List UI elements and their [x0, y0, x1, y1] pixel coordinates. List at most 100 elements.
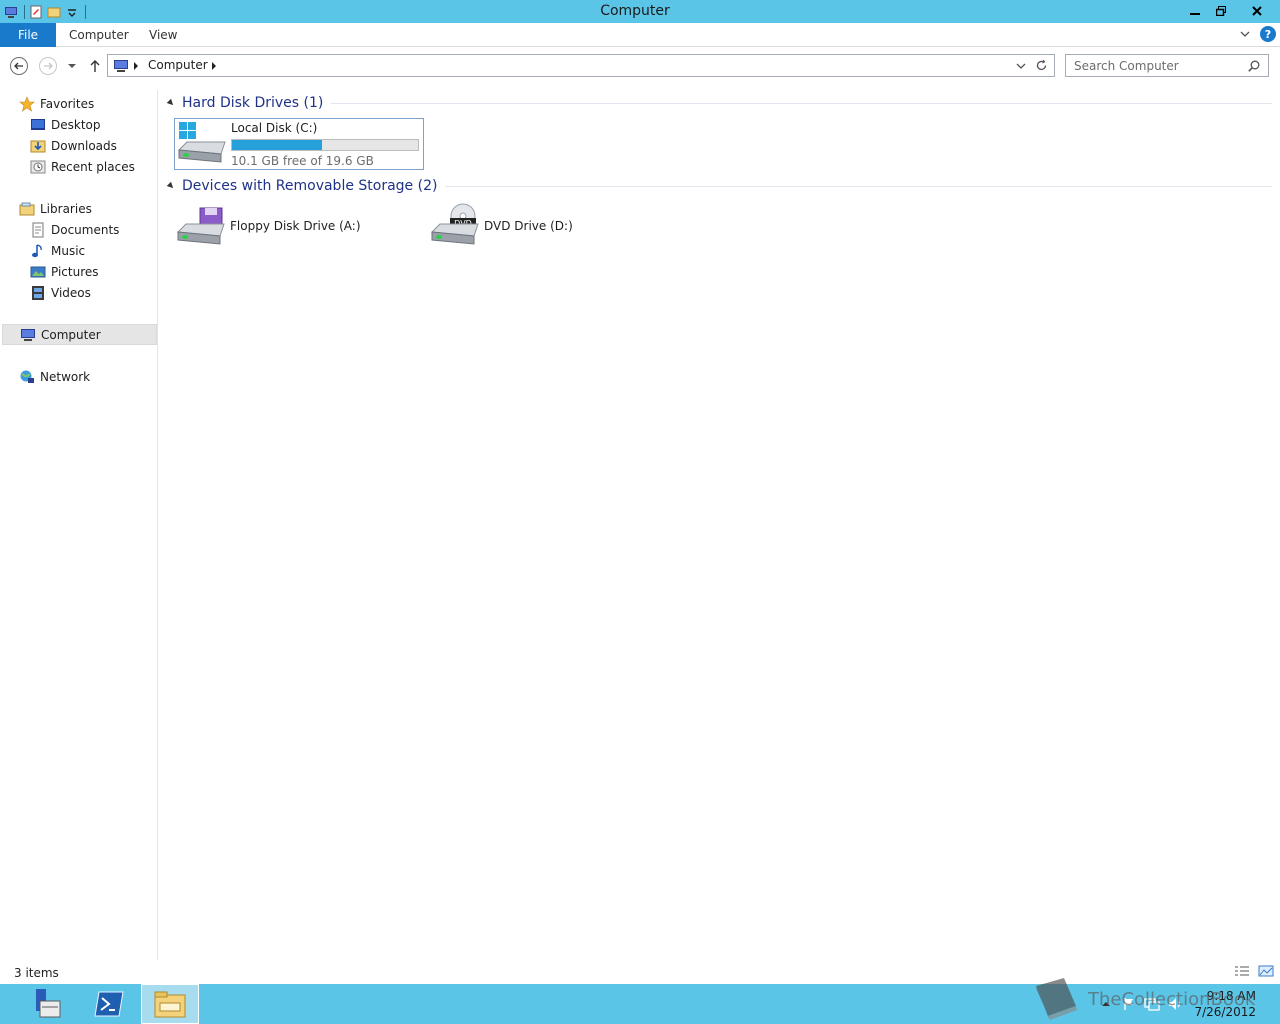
hard-drive-icon	[175, 120, 227, 168]
drive-name: Floppy Disk Drive (A:)	[230, 219, 361, 233]
back-arrow-icon	[10, 57, 28, 75]
tab-computer[interactable]: Computer	[69, 28, 129, 42]
item-count: 3 items	[14, 966, 59, 980]
computer-icon	[21, 328, 35, 341]
downloads-icon	[30, 140, 46, 152]
forward-button[interactable]	[38, 56, 58, 76]
nav-label: Documents	[51, 222, 120, 237]
nav-label: Pictures	[51, 264, 99, 279]
dvd-drive-icon: DVD	[428, 202, 480, 250]
ribbon-right: ?	[1240, 26, 1276, 42]
nav-label: Favorites	[40, 96, 95, 111]
taskbar-file-explorer[interactable]	[141, 984, 199, 1024]
collapse-triangle-icon[interactable]	[166, 181, 176, 191]
star-icon	[19, 95, 35, 112]
group-divider	[445, 185, 1272, 187]
up-arrow-icon	[90, 60, 100, 72]
recent-locations-button[interactable]	[62, 56, 82, 76]
music-icon	[32, 243, 42, 257]
minimize-button[interactable]	[1182, 0, 1208, 21]
file-explorer-icon	[154, 991, 186, 1018]
nav-label: Videos	[51, 285, 91, 300]
usage-bar-fill	[232, 139, 323, 150]
tab-file[interactable]: File	[0, 23, 56, 47]
search-icon[interactable]	[1248, 60, 1260, 72]
usage-bar	[231, 138, 419, 151]
content-pane: Hard Disk Drives (1) Local Disk (C:) 10.…	[160, 90, 1280, 960]
drive-dvd-d[interactable]: DVD DVD Drive (D:)	[428, 200, 628, 252]
group-title: Devices with Removable Storage (2)	[182, 178, 438, 194]
nav-network[interactable]: Network	[19, 366, 90, 387]
videos-icon	[32, 285, 44, 300]
group-header-removable-storage[interactable]: Devices with Removable Storage (2)	[166, 176, 1280, 196]
chevron-down-icon	[68, 64, 76, 68]
floppy-drive-icon	[174, 202, 226, 250]
nav-recent-places[interactable]: Recent places	[30, 156, 135, 177]
nav-videos[interactable]: Videos	[30, 282, 91, 303]
group-header-hard-disk-drives[interactable]: Hard Disk Drives (1)	[166, 93, 1280, 113]
nav-downloads[interactable]: Downloads	[30, 135, 117, 156]
nav-music[interactable]: Music	[30, 240, 85, 261]
search-box	[1065, 54, 1269, 77]
pictures-icon	[30, 266, 46, 277]
nav-label: Music	[51, 243, 86, 258]
documents-icon	[32, 222, 44, 237]
taskbar-server-manager[interactable]	[15, 984, 73, 1024]
watermark: TheCollectionBook	[1030, 976, 1255, 1022]
up-button[interactable]	[85, 56, 105, 76]
window-title: Computer	[600, 3, 670, 19]
nav-label: Libraries	[40, 201, 92, 216]
collapse-triangle-icon[interactable]	[166, 98, 176, 108]
large-icons-view-icon[interactable]	[1258, 965, 1274, 977]
nav-label: Recent places	[51, 159, 135, 174]
address-history-icon[interactable]	[1016, 62, 1026, 70]
nav-label: Computer	[41, 327, 101, 342]
watermark-text: TheCollectionBook	[1088, 988, 1256, 1010]
forward-arrow-icon	[39, 57, 57, 75]
drive-local-disk-c[interactable]: Local Disk (C:) 10.1 GB free of 19.6 GB	[174, 118, 424, 170]
powershell-icon	[94, 991, 124, 1017]
minimize-icon	[1190, 12, 1200, 15]
network-icon	[20, 370, 34, 383]
group-divider	[331, 102, 1272, 104]
nav-pictures[interactable]: Pictures	[30, 261, 99, 282]
breadcrumb-separator-icon[interactable]	[133, 62, 139, 70]
nav-libraries[interactable]: Libraries	[19, 198, 92, 219]
expand-ribbon-icon[interactable]	[1240, 29, 1250, 39]
nav-label: Downloads	[51, 138, 117, 153]
navigation-pane: Favorites Desktop Downloads Recent place…	[0, 90, 158, 960]
recent-places-icon	[30, 160, 46, 173]
computer-icon	[114, 60, 128, 72]
nav-documents[interactable]: Documents	[30, 219, 119, 240]
search-input[interactable]	[1066, 55, 1236, 76]
help-icon[interactable]: ?	[1260, 26, 1276, 42]
server-manager-icon	[36, 989, 61, 1018]
group-title: Hard Disk Drives (1)	[182, 95, 324, 111]
nav-favorites[interactable]: Favorites	[19, 93, 94, 114]
taskbar-powershell[interactable]	[80, 984, 138, 1024]
window-controls	[1182, 0, 1280, 21]
libraries-icon	[19, 202, 35, 215]
close-icon	[1252, 5, 1262, 16]
navigation-bar: Computer	[0, 47, 1280, 83]
refresh-icon[interactable]	[1035, 59, 1048, 72]
desktop-icon	[31, 118, 45, 130]
close-button[interactable]	[1234, 0, 1280, 21]
restore-icon	[1216, 5, 1226, 16]
nav-label: Desktop	[51, 117, 101, 132]
address-bar[interactable]: Computer	[107, 54, 1055, 77]
nav-desktop[interactable]: Desktop	[30, 114, 101, 135]
breadcrumb-computer[interactable]: Computer	[148, 58, 208, 72]
drive-name: DVD Drive (D:)	[484, 219, 573, 233]
back-button[interactable]	[9, 56, 29, 76]
ribbon: File Computer View ?	[0, 23, 1280, 47]
drive-floppy-a[interactable]: Floppy Disk Drive (A:)	[174, 200, 414, 252]
nav-label: Network	[40, 369, 91, 384]
tab-view[interactable]: View	[149, 28, 177, 42]
breadcrumb-separator-icon[interactable]	[211, 62, 217, 70]
restore-button[interactable]	[1208, 0, 1234, 21]
book-icon	[1036, 978, 1077, 1020]
title-bar: Computer	[0, 0, 1280, 23]
drive-name: Local Disk (C:)	[231, 120, 318, 135]
nav-computer[interactable]: Computer	[2, 324, 157, 345]
